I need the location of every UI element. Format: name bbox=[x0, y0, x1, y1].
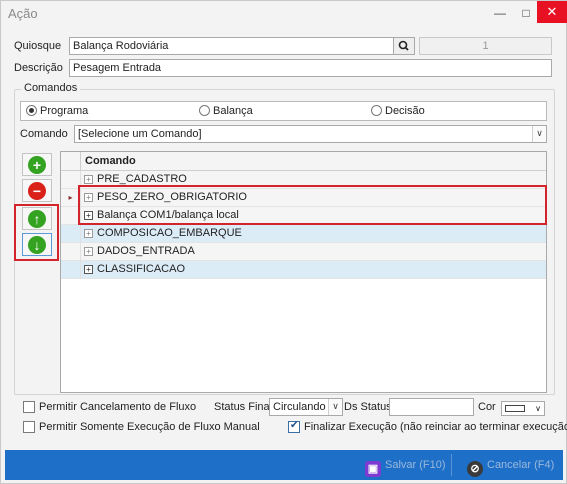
status-final-label: Status Final bbox=[214, 401, 273, 413]
minus-icon: − bbox=[28, 182, 46, 200]
grid-indicator-header bbox=[61, 152, 81, 170]
permitir-cancelamento-label: Permitir Cancelamento de Fluxo bbox=[39, 401, 197, 413]
descricao-label: Descrição bbox=[14, 62, 63, 74]
save-button-label: Salvar (F10) bbox=[385, 459, 446, 471]
quiosque-id-field: 1 bbox=[419, 37, 552, 55]
ds-status-field[interactable] bbox=[389, 398, 474, 416]
search-icon bbox=[398, 40, 409, 51]
color-picker[interactable]: ∨ bbox=[501, 401, 545, 416]
title-bar: Ação — □ ✕ bbox=[1, 1, 567, 27]
acao-dialog: Ação — □ ✕ Quiosque Balança Rodoviária 1… bbox=[0, 0, 567, 484]
remove-command-button[interactable]: − bbox=[22, 179, 52, 202]
rows-highlight bbox=[78, 185, 547, 225]
radio-decisao-label: Decisão bbox=[385, 105, 425, 117]
permitir-manual-label: Permitir Somente Execução de Fluxo Manua… bbox=[39, 421, 260, 433]
permitir-manual-checkbox[interactable] bbox=[23, 421, 35, 433]
comando-select-value: [Selecione um Comando] bbox=[78, 128, 202, 140]
add-command-button[interactable]: + bbox=[22, 153, 52, 176]
window-title: Ação bbox=[8, 6, 38, 21]
grid-row-label: DADOS_ENTRADA bbox=[97, 245, 195, 257]
save-icon: ▣ bbox=[365, 461, 381, 477]
radio-programa-label: Programa bbox=[40, 105, 89, 117]
row-indicator bbox=[61, 225, 81, 242]
row-indicator bbox=[61, 243, 81, 260]
cancel-icon: ⊘ bbox=[467, 461, 483, 477]
expand-icon[interactable]: + bbox=[84, 265, 93, 274]
close-button[interactable]: ✕ bbox=[537, 1, 567, 23]
footer-separator bbox=[451, 454, 452, 476]
footer-bar: ▣ Salvar (F10) ⊘ Cancelar (F4) bbox=[5, 450, 563, 480]
expand-icon[interactable]: + bbox=[84, 247, 93, 256]
plus-icon: + bbox=[28, 156, 46, 174]
descricao-field[interactable]: Pesagem Entrada bbox=[69, 59, 552, 77]
cancel-button[interactable]: ⊘ Cancelar (F4) bbox=[467, 453, 554, 477]
comando-type-radio-group: Programa Balança Decisão bbox=[20, 101, 547, 121]
radio-decisao[interactable]: Decisão bbox=[371, 105, 425, 119]
grid-column-comando[interactable]: Comando bbox=[85, 155, 136, 167]
chevron-down-icon: ∨ bbox=[328, 399, 342, 415]
comando-label: Comando bbox=[20, 128, 68, 140]
grid-row[interactable]: + DADOS_ENTRADA bbox=[61, 243, 546, 261]
color-swatch bbox=[505, 405, 525, 412]
cancel-button-label: Cancelar (F4) bbox=[487, 459, 555, 471]
minimize-button[interactable]: — bbox=[489, 3, 511, 23]
finalizar-execucao-checkbox[interactable] bbox=[288, 420, 300, 433]
grid-row[interactable]: + COMPOSICAO_EMBARQUE bbox=[61, 225, 546, 243]
permitir-cancelamento-checkbox[interactable] bbox=[23, 401, 35, 413]
status-final-value: Circulando bbox=[273, 401, 326, 413]
radio-empty-icon bbox=[371, 105, 382, 116]
row-indicator bbox=[61, 261, 81, 278]
quiosque-field[interactable]: Balança Rodoviária bbox=[69, 37, 394, 55]
grid-row[interactable]: + CLASSIFICACAO bbox=[61, 261, 546, 279]
radio-balanca-label: Balança bbox=[213, 105, 253, 117]
radio-selected-icon bbox=[26, 105, 37, 116]
maximize-button[interactable]: □ bbox=[515, 3, 537, 23]
comandos-group-title: Comandos bbox=[21, 82, 81, 94]
radio-programa[interactable]: Programa bbox=[26, 105, 88, 119]
chevron-down-icon: ∨ bbox=[532, 126, 546, 142]
save-button[interactable]: ▣ Salvar (F10) bbox=[365, 453, 446, 477]
expand-icon[interactable]: + bbox=[84, 175, 93, 184]
grid-row-label: CLASSIFICACAO bbox=[97, 263, 186, 275]
ds-status-label: Ds Status bbox=[344, 401, 392, 413]
chevron-down-icon: ∨ bbox=[535, 404, 541, 413]
grid-header: Comando bbox=[61, 152, 546, 171]
expand-icon[interactable]: + bbox=[84, 229, 93, 238]
radio-empty-icon bbox=[199, 105, 210, 116]
grid-row-label: PRE_CADASTRO bbox=[97, 173, 187, 185]
finalizar-execucao-label: Finalizar Execução (não reinciar ao term… bbox=[304, 421, 567, 433]
quiosque-label: Quiosque bbox=[14, 40, 62, 52]
status-final-select[interactable]: Circulando ∨ bbox=[269, 398, 343, 416]
radio-balanca[interactable]: Balança bbox=[199, 105, 253, 119]
quiosque-search-button[interactable] bbox=[393, 37, 415, 55]
grid-row-label: COMPOSICAO_EMBARQUE bbox=[97, 227, 242, 239]
cor-label: Cor bbox=[478, 401, 496, 413]
comando-select[interactable]: [Selecione um Comando] ∨ bbox=[74, 125, 547, 143]
move-buttons-highlight bbox=[14, 204, 59, 261]
